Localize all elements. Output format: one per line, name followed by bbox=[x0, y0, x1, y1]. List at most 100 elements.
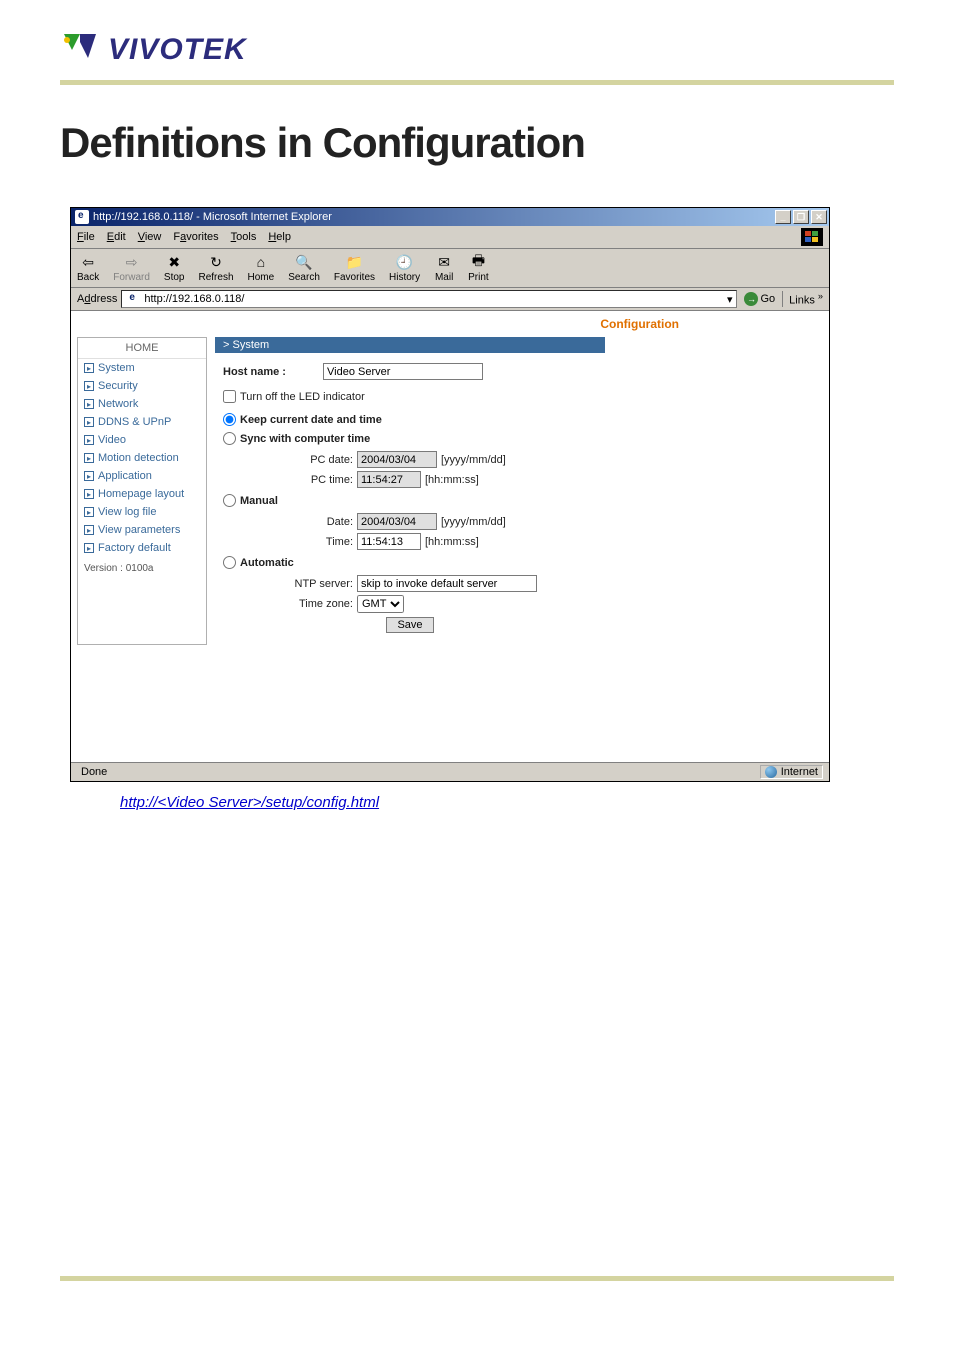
sidebar-item-parameters[interactable]: ▸View parameters bbox=[78, 521, 206, 539]
back-button[interactable]: ⇦Back bbox=[77, 253, 99, 283]
sidebar-item-video[interactable]: ▸Video bbox=[78, 431, 206, 449]
led-label: Turn off the LED indicator bbox=[240, 391, 365, 403]
radio-sync[interactable] bbox=[223, 432, 236, 445]
pc-date-field bbox=[357, 451, 437, 468]
arrow-icon: ▸ bbox=[84, 525, 94, 535]
arrow-icon: ▸ bbox=[84, 363, 94, 373]
status-zone: Internet bbox=[781, 766, 818, 778]
sidebar-item-ddns[interactable]: ▸DDNS & UPnP bbox=[78, 413, 206, 431]
arrow-icon: ▸ bbox=[84, 543, 94, 553]
arrow-icon: ▸ bbox=[84, 399, 94, 409]
radio-manual-label: Manual bbox=[240, 495, 278, 507]
favorites-button[interactable]: 📁Favorites bbox=[334, 253, 375, 283]
address-bar: Address http://192.168.0.118/ ▾ →Go Link… bbox=[71, 288, 829, 311]
pc-date-fmt: [yyyy/mm/dd] bbox=[441, 454, 506, 466]
bottom-divider bbox=[60, 1276, 894, 1281]
history-button[interactable]: 🕘History bbox=[389, 253, 420, 283]
address-input[interactable]: http://192.168.0.118/ ▾ bbox=[121, 290, 737, 308]
minimize-button[interactable]: _ bbox=[775, 210, 791, 224]
window-title: http://192.168.0.118/ - Microsoft Intern… bbox=[93, 211, 332, 223]
pc-time-label: PC time: bbox=[283, 474, 353, 486]
logo-mark-icon bbox=[60, 30, 100, 70]
menu-view[interactable]: View bbox=[138, 231, 162, 243]
host-name-label: Host name : bbox=[223, 366, 323, 378]
window-titlebar: http://192.168.0.118/ - Microsoft Intern… bbox=[71, 208, 829, 226]
menubar: File Edit View Favorites Tools Help bbox=[71, 226, 829, 249]
menu-file[interactable]: File bbox=[77, 231, 95, 243]
globe-icon bbox=[765, 766, 777, 778]
arrow-icon: ▸ bbox=[84, 417, 94, 427]
arrow-icon: ▸ bbox=[84, 453, 94, 463]
sidebar-item-network[interactable]: ▸Network bbox=[78, 395, 206, 413]
arrow-icon: ▸ bbox=[84, 381, 94, 391]
sidebar-item-logfile[interactable]: ▸View log file bbox=[78, 503, 206, 521]
manual-date-fmt: [yyyy/mm/dd] bbox=[441, 516, 506, 528]
configuration-header: Configuration bbox=[600, 317, 679, 331]
sidebar-item-homepage[interactable]: ▸Homepage layout bbox=[78, 485, 206, 503]
status-bar: Done Internet bbox=[71, 762, 829, 781]
print-button[interactable]: 🖶Print bbox=[468, 253, 489, 283]
radio-automatic[interactable] bbox=[223, 556, 236, 569]
address-dropdown-icon[interactable]: ▾ bbox=[727, 293, 733, 306]
menu-tools[interactable]: Tools bbox=[231, 231, 257, 243]
go-button[interactable]: →Go bbox=[741, 292, 778, 306]
sidebar-item-factory[interactable]: ▸Factory default bbox=[78, 539, 206, 557]
sidebar-item-security[interactable]: ▸Security bbox=[78, 377, 206, 395]
mail-button[interactable]: ✉Mail bbox=[434, 253, 454, 283]
radio-automatic-label: Automatic bbox=[240, 557, 294, 569]
brand-logo: VIVOTEK bbox=[60, 30, 894, 70]
radio-keep-label: Keep current date and time bbox=[240, 414, 382, 426]
pc-date-label: PC date: bbox=[283, 454, 353, 466]
menu-favorites[interactable]: Favorites bbox=[173, 231, 218, 243]
ntp-label: NTP server: bbox=[283, 578, 353, 590]
menu-help[interactable]: Help bbox=[268, 231, 291, 243]
arrow-icon: ▸ bbox=[84, 489, 94, 499]
ie-icon bbox=[75, 210, 89, 224]
page-title: Definitions in Configuration bbox=[60, 119, 894, 167]
arrow-icon: ▸ bbox=[84, 507, 94, 517]
links-button[interactable]: Links » bbox=[782, 291, 823, 307]
radio-manual[interactable] bbox=[223, 494, 236, 507]
led-checkbox[interactable] bbox=[223, 390, 236, 403]
search-button[interactable]: 🔍Search bbox=[288, 253, 320, 283]
brand-name: VIVOTEK bbox=[108, 33, 247, 67]
manual-time-label: Time: bbox=[283, 536, 353, 548]
pc-time-field bbox=[357, 471, 421, 488]
menu-edit[interactable]: Edit bbox=[107, 231, 126, 243]
arrow-icon: ▸ bbox=[84, 471, 94, 481]
stop-button[interactable]: ✖Stop bbox=[164, 253, 185, 283]
top-divider bbox=[60, 80, 894, 85]
radio-sync-label: Sync with computer time bbox=[240, 433, 370, 445]
maximize-button[interactable]: ❐ bbox=[793, 210, 809, 224]
home-button[interactable]: ⌂Home bbox=[248, 253, 275, 283]
address-value: http://192.168.0.118/ bbox=[144, 293, 244, 305]
manual-date-label: Date: bbox=[283, 516, 353, 528]
save-button[interactable]: Save bbox=[386, 617, 433, 633]
manual-date-field bbox=[357, 513, 437, 530]
status-done: Done bbox=[81, 766, 107, 778]
manual-time-field[interactable] bbox=[357, 533, 421, 550]
sidebar-home[interactable]: HOME bbox=[78, 338, 206, 359]
main-panel: > System Host name : Turn off the LED in… bbox=[215, 337, 823, 645]
sidebar-item-system[interactable]: ▸System bbox=[78, 359, 206, 377]
refresh-button[interactable]: ↻Refresh bbox=[199, 253, 234, 283]
forward-button[interactable]: ⇨Forward bbox=[113, 253, 150, 283]
sidebar-item-application[interactable]: ▸Application bbox=[78, 467, 206, 485]
page-icon bbox=[126, 292, 140, 306]
toolbar: ⇦Back ⇨Forward ✖Stop ↻Refresh ⌂Home 🔍Sea… bbox=[71, 249, 829, 288]
system-section-header: > System bbox=[215, 337, 605, 353]
config-url-link[interactable]: http://<Video Server>/setup/config.html bbox=[120, 794, 379, 811]
timezone-select[interactable]: GMT bbox=[357, 595, 404, 613]
pc-time-fmt: [hh:mm:ss] bbox=[425, 474, 479, 486]
manual-time-fmt: [hh:mm:ss] bbox=[425, 536, 479, 548]
host-name-input[interactable] bbox=[323, 363, 483, 380]
close-button[interactable]: ✕ bbox=[811, 210, 827, 224]
radio-keep[interactable] bbox=[223, 413, 236, 426]
arrow-icon: ▸ bbox=[84, 435, 94, 445]
sidebar: HOME ▸System ▸Security ▸Network ▸DDNS & … bbox=[77, 337, 207, 645]
windows-logo-icon bbox=[801, 228, 823, 246]
browser-content: Configuration HOME ▸System ▸Security ▸Ne… bbox=[71, 311, 829, 781]
browser-window: http://192.168.0.118/ - Microsoft Intern… bbox=[70, 207, 830, 782]
ntp-server-input[interactable] bbox=[357, 575, 537, 592]
sidebar-item-motion[interactable]: ▸Motion detection bbox=[78, 449, 206, 467]
